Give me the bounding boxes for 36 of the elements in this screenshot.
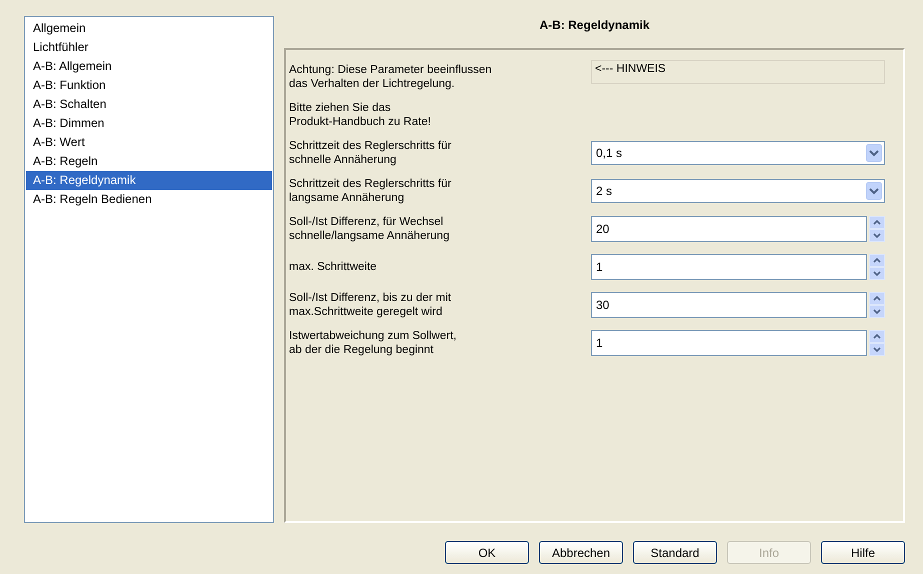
- page-list-item[interactable]: A-B: Regeldynamik: [26, 171, 272, 190]
- chevron-down-icon: [866, 182, 882, 200]
- number-field[interactable]: 30: [591, 292, 867, 318]
- page-list-item[interactable]: A-B: Schalten: [26, 95, 272, 114]
- dialog-button[interactable]: Abbrechen: [539, 541, 623, 564]
- dialog-button[interactable]: OK: [445, 541, 529, 564]
- dialog-button[interactable]: Hilfe: [821, 541, 905, 564]
- chevron-down-icon: [866, 144, 882, 162]
- parameter-label: Schrittzeit des Reglerschritts für schnelle Annäherung: [289, 139, 452, 167]
- spinner-arrows-icon[interactable]: [869, 292, 885, 318]
- page-list-item[interactable]: A-B: Dimmen: [26, 114, 272, 133]
- parameter-label: Bitte ziehen Sie das Produkt-Handbuch zu Rate!: [289, 101, 432, 129]
- parameter-label: Soll-/Ist Differenz, für Wechsel schnelle/langsame Annäherung: [289, 215, 450, 243]
- parameter-label: Istwertabweichung zum Sollwert, ab der die Regelung beginnt: [289, 329, 458, 357]
- dropdown[interactable]: 2 s: [591, 179, 885, 203]
- spinner-arrows-icon[interactable]: [869, 254, 885, 280]
- spinner-arrows-icon[interactable]: [869, 216, 885, 242]
- page-list-item[interactable]: A-B: Regeln: [26, 152, 272, 171]
- number-field[interactable]: 1: [591, 254, 867, 280]
- page-list-item[interactable]: A-B: Funktion: [26, 76, 272, 95]
- parameter-label: Achtung: Diese Parameter beeinflussen das Verhalten der Lichtregelung.: [289, 63, 493, 91]
- page-list-item[interactable]: A-B: Regeln Bedienen: [26, 190, 272, 209]
- page-list-item[interactable]: Lichtfühler: [26, 38, 272, 57]
- readonly-field: <--- HINWEIS: [591, 60, 885, 84]
- page-list-item[interactable]: Allgemein: [26, 19, 272, 38]
- number-field[interactable]: 20: [591, 216, 867, 242]
- page-title: A-B: Regeldynamik: [538, 17, 651, 34]
- spinner-arrows-icon[interactable]: [869, 330, 885, 356]
- parameter-label: Soll-/Ist Differenz, bis zu der mit max.Schrittweite geregelt wird: [289, 291, 452, 319]
- page-list-item[interactable]: A-B: Wert: [26, 133, 272, 152]
- parameter-label: max. Schrittweite: [289, 260, 378, 274]
- page-list-item[interactable]: A-B: Allgemein: [26, 57, 272, 76]
- number-field[interactable]: 1: [591, 330, 867, 356]
- dropdown[interactable]: 0,1 s: [591, 141, 885, 165]
- dialog-button[interactable]: Standard: [633, 541, 717, 564]
- parameter-label: Schrittzeit des Reglerschritts für langsame Annäherung: [289, 177, 452, 205]
